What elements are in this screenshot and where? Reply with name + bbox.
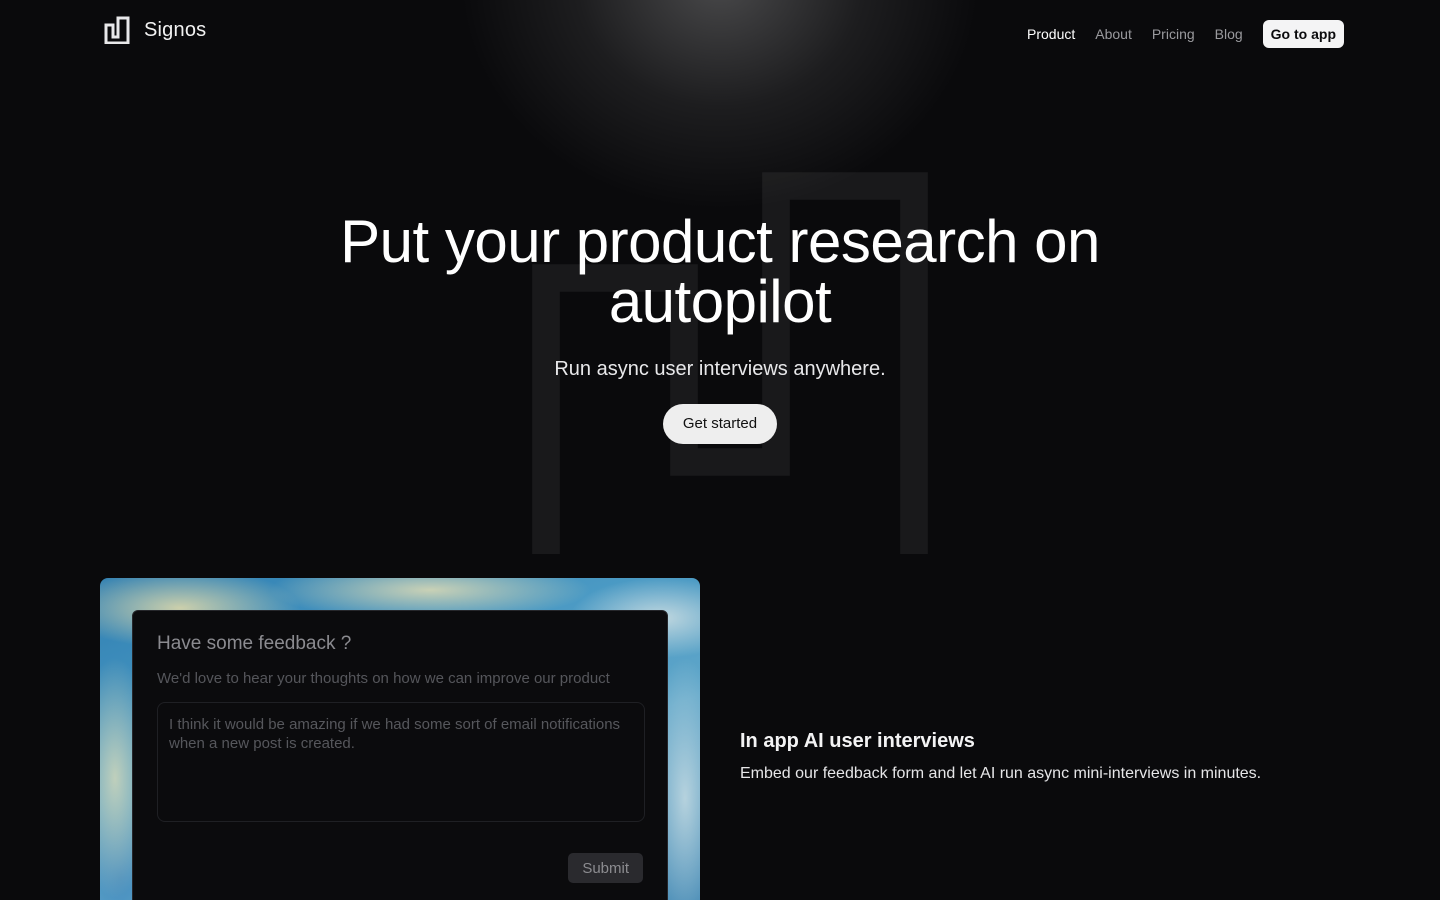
signos-logo-icon — [104, 16, 130, 44]
nav-product[interactable]: Product — [1027, 20, 1075, 48]
brand-name: Signos — [144, 18, 207, 41]
nav-pricing[interactable]: Pricing — [1152, 20, 1195, 48]
submit-button[interactable]: Submit — [568, 853, 643, 883]
go-to-app-button[interactable]: Go to app — [1262, 20, 1344, 48]
get-started-button[interactable]: Get started — [662, 404, 778, 444]
feature-preview-card: Have some feedback ? We'd love to hear y… — [100, 578, 700, 900]
feedback-input[interactable] — [157, 702, 645, 822]
landing-page: Signos Product About Pricing Blog Go to … — [0, 0, 1440, 900]
brand-home-link[interactable]: Signos — [104, 16, 206, 44]
feedback-form: Have some feedback ? We'd love to hear y… — [132, 610, 668, 900]
feature-description-block: In app AI user interviews Embed our feed… — [740, 730, 1261, 783]
site-header: Signos Product About Pricing Blog Go to … — [0, 0, 1440, 70]
feedback-description: We'd love to hear your thoughts on how w… — [157, 670, 610, 687]
feature-heading: In app AI user interviews — [740, 730, 975, 752]
nav-about[interactable]: About — [1095, 20, 1132, 48]
main-nav: Product About Pricing Blog Go to app — [1027, 20, 1344, 48]
feedback-title: Have some feedback ? — [157, 633, 352, 654]
hero-subtitle: Run async user interviews anywhere. — [554, 358, 886, 380]
feature-description: Embed our feedback form and let AI run a… — [740, 765, 1262, 782]
hero-title: Put your product research on autopilot — [340, 208, 1100, 335]
hero-section: Put your product research on autopilot R… — [0, 212, 1440, 444]
nav-blog[interactable]: Blog — [1215, 20, 1243, 48]
